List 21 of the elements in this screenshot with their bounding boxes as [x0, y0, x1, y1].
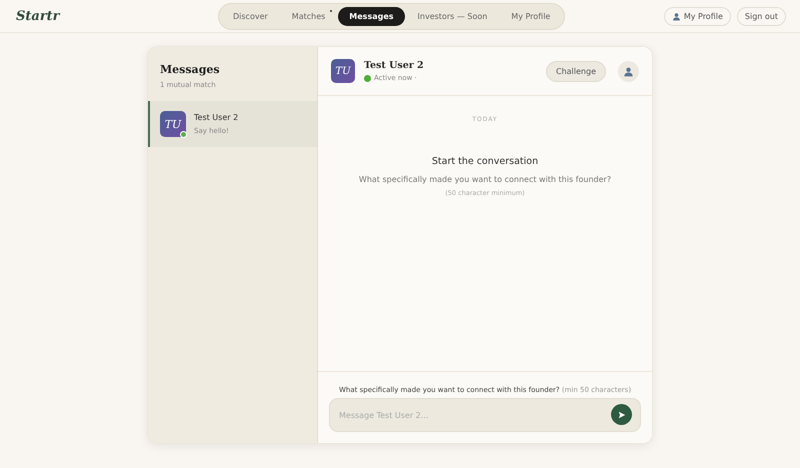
sign-out-button[interactable]: Sign out: [736, 6, 786, 26]
sidebar-title: Messages: [160, 63, 221, 76]
message-field[interactable]: Message Test User 2...: [329, 398, 641, 432]
profile-button[interactable]: [618, 60, 639, 82]
avatar: TU: [331, 59, 355, 83]
person-icon: [672, 12, 681, 20]
contact-name: Test User 2: [364, 60, 424, 71]
challenge-button[interactable]: Challenge: [546, 60, 606, 82]
profile-button[interactable]: My Profile: [664, 6, 731, 26]
brand-logo[interactable]: Startr: [16, 8, 60, 24]
send-icon: [618, 410, 626, 418]
nav-tab[interactable]: Matches: [280, 6, 336, 26]
person-icon: [623, 66, 634, 76]
nav-tab[interactable]: Discover: [222, 6, 279, 26]
avatar: TU: [160, 111, 186, 137]
contact-name: Test User 2: [194, 113, 238, 122]
empty-prompt: What specifically made you want to connect with this founder?: [358, 175, 612, 184]
nav-tab[interactable]: My Profile: [500, 6, 562, 26]
nav-tab[interactable]: Messages: [338, 6, 405, 26]
empty-title: Start the conversation: [432, 156, 538, 167]
nav-tab[interactable]: Investors — Soon: [406, 6, 498, 26]
